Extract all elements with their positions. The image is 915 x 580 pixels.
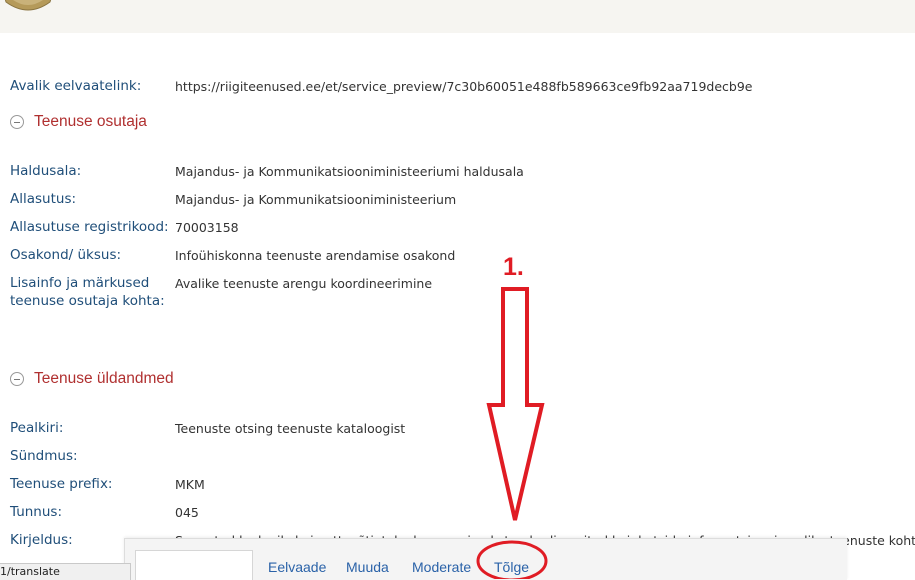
section-title-provider: Teenuse osutaja (34, 113, 147, 130)
field-label: Haldusala: (10, 163, 82, 179)
translate-button[interactable]: Tõlge (494, 559, 529, 575)
preview-link-label: Avalik eelvaatelink: (10, 78, 142, 94)
field-label: Allasutus: (10, 191, 77, 207)
action-bar-field[interactable] (135, 550, 253, 580)
coat-of-arms-logo (4, 0, 52, 11)
field-value: 70003158 (175, 220, 239, 235)
edit-button[interactable]: Muuda (346, 559, 389, 575)
preview-button[interactable]: Eelvaade (268, 559, 326, 575)
field-value: Majandus- ja Kommunikatsiooniministeeriu… (175, 164, 524, 179)
field-label: Teenuse prefix: (10, 476, 113, 492)
moderate-button[interactable]: Moderate (412, 559, 471, 575)
section-header-provider[interactable]: Teenuse osutaja (10, 113, 210, 133)
collapse-minus-icon[interactable] (10, 115, 24, 129)
field-value: 045 (175, 505, 199, 520)
field-label: Pealkiri: (10, 420, 64, 436)
field-label: Osakond/ üksus: (10, 247, 122, 263)
site-header (0, 0, 915, 33)
preview-link-value[interactable]: https://riigiteenused.ee/et/service_prev… (175, 78, 752, 96)
browser-status-url: 1/translate (0, 563, 131, 580)
action-bar: Eelvaade Muuda Moderate Tõlge (124, 538, 847, 580)
field-label: Lisainfo ja märkused teenuse osutaja koh… (10, 275, 165, 309)
section-title-general: Teenuse üldandmed (34, 370, 174, 387)
field-value: Avalike teenuste arengu koordineerimine (175, 276, 433, 291)
field-label: Sündmus: (10, 448, 78, 464)
collapse-minus-icon[interactable] (10, 372, 24, 386)
field-label: Tunnus: (10, 504, 63, 520)
field-label: Allasutuse registrikood: (10, 219, 169, 235)
annotation-arrow (486, 287, 545, 521)
field-value: Majandus- ja Kommunikatsiooniministeeriu… (175, 192, 457, 207)
section-header-general[interactable]: Teenuse üldandmed (10, 370, 230, 390)
field-value: Infoühiskonna teenuste arendamise osakon… (175, 248, 456, 263)
field-value: MKM (175, 477, 205, 492)
field-value: Teenuste otsing teenuste kataloogist (175, 421, 406, 436)
annotation-step-label: 1. (503, 253, 524, 281)
